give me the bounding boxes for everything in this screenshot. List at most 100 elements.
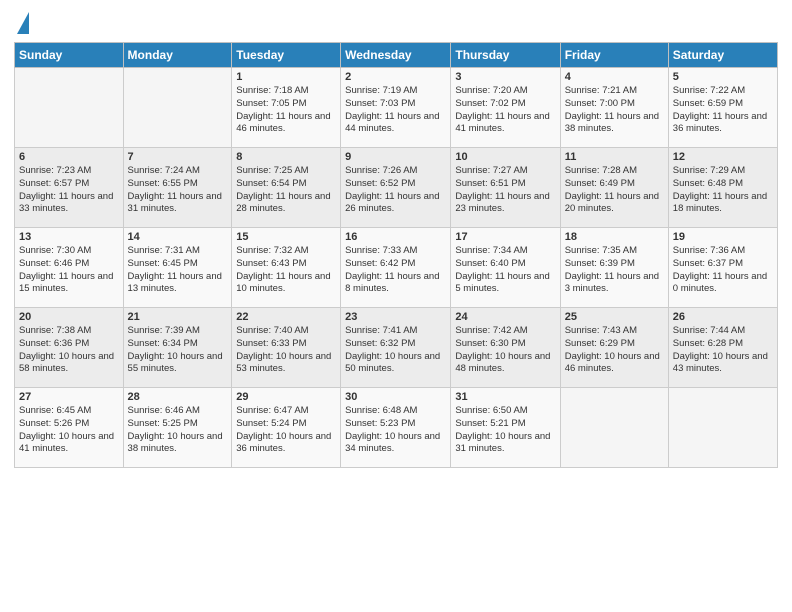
day-info: Sunset: 6:42 PM [345,258,446,271]
calendar-cell: 7Sunrise: 7:24 AMSunset: 6:55 PMDaylight… [123,148,232,228]
day-info: Daylight: 10 hours and 50 minutes. [345,351,446,377]
calendar-cell: 28 Sunrise: 6:46 AMSunset: 5:25 PMDayligh… [123,388,232,468]
day-info: Sunrise: 6:46 AM [128,405,228,418]
day-info: Daylight: 11 hours and 20 minutes. [565,191,664,217]
day-info: Sunrise: 7:23 AM [19,165,119,178]
day-info: Sunrise: 7:30 AM [19,245,119,258]
day-number: 3 [455,71,555,83]
day-info: Sunrise: 7:21 AM [565,85,664,98]
day-info: Daylight: 11 hours and 3 minutes. [565,271,664,297]
calendar-cell: 9Sunrise: 7:26 AMSunset: 6:52 PMDaylight… [341,148,451,228]
calendar-cell: 19Sunrise: 7:36 AMSunset: 6:37 PMDayligh… [668,228,777,308]
logo-triangle-icon [17,12,29,34]
day-number: 30 [345,391,446,403]
day-info: Sunset: 6:59 PM [673,98,773,111]
day-number: 8 [236,151,336,163]
day-info: Daylight: 11 hours and 36 minutes. [673,111,773,137]
day-header-sunday: Sunday [15,43,124,68]
day-info: Sunset: 6:48 PM [673,178,773,191]
day-info: Sunrise: 6:50 AM [455,405,555,418]
calendar-cell: 1Sunrise: 7:18 AMSunset: 7:05 PMDaylight… [232,68,341,148]
day-number: 9 [345,151,446,163]
day-info: Daylight: 11 hours and 5 minutes. [455,271,555,297]
day-info: Sunrise: 7:41 AM [345,325,446,338]
day-info: Daylight: 10 hours and 46 minutes. [565,351,664,377]
day-info: Sunrise: 7:20 AM [455,85,555,98]
day-info: Daylight: 10 hours and 34 minutes. [345,431,446,457]
day-info: Sunset: 6:36 PM [19,338,119,351]
day-info: Sunrise: 7:31 AM [128,245,228,258]
calendar-header-row: SundayMondayTuesdayWednesdayThursdayFrid… [15,43,778,68]
day-info: Sunset: 6:28 PM [673,338,773,351]
day-info: Sunset: 6:29 PM [565,338,664,351]
calendar-week-row: 6Sunrise: 7:23 AMSunset: 6:57 PMDaylight… [15,148,778,228]
day-number: 15 [236,231,336,243]
day-number: 20 [19,311,119,323]
day-info: Sunrise: 7:42 AM [455,325,555,338]
day-info: Daylight: 11 hours and 41 minutes. [455,111,555,137]
day-info: Daylight: 10 hours and 41 minutes. [19,431,119,457]
calendar-cell: 15Sunrise: 7:32 AMSunset: 6:43 PMDayligh… [232,228,341,308]
calendar-cell: 4Sunrise: 7:21 AMSunset: 7:00 PMDaylight… [560,68,668,148]
day-number: 17 [455,231,555,243]
calendar-cell: 23Sunrise: 7:41 AMSunset: 6:32 PMDayligh… [341,308,451,388]
day-info: Daylight: 10 hours and 53 minutes. [236,351,336,377]
calendar-cell [560,388,668,468]
calendar-cell: 24Sunrise: 7:42 AMSunset: 6:30 PMDayligh… [451,308,560,388]
day-info: Sunrise: 7:38 AM [19,325,119,338]
day-info: Daylight: 11 hours and 31 minutes. [128,191,228,217]
calendar-cell: 25 Sunrise: 7:43 AMSunset: 6:29 PMDayligh… [560,308,668,388]
calendar-cell: 10Sunrise: 7:27 AMSunset: 6:51 PMDayligh… [451,148,560,228]
day-info: Sunrise: 7:36 AM [673,245,773,258]
day-info: Sunrise: 7:22 AM [673,85,773,98]
day-info: Sunset: 6:39 PM [565,258,664,271]
day-number: 22 [236,311,336,323]
day-info: Daylight: 11 hours and 18 minutes. [673,191,773,217]
day-info: Sunrise: 7:34 AM [455,245,555,258]
day-number: 23 [345,311,446,323]
day-number: 28 [128,391,228,403]
day-info: Sunset: 5:23 PM [345,418,446,431]
calendar-cell [15,68,124,148]
day-info: Daylight: 10 hours and 48 minutes. [455,351,555,377]
day-info: Sunset: 6:54 PM [236,178,336,191]
day-number: 7 [128,151,228,163]
day-info: Sunset: 6:30 PM [455,338,555,351]
day-info: Sunrise: 7:25 AM [236,165,336,178]
day-number: 2 [345,71,446,83]
logo [14,10,29,34]
day-info: Sunset: 5:24 PM [236,418,336,431]
day-info: Sunset: 6:49 PM [565,178,664,191]
day-number: 25 [565,311,664,323]
day-info: Sunset: 7:03 PM [345,98,446,111]
day-number: 29 [236,391,336,403]
calendar-cell: 16Sunrise: 7:33 AMSunset: 6:42 PMDayligh… [341,228,451,308]
day-info: Daylight: 11 hours and 38 minutes. [565,111,664,137]
day-info: Sunrise: 7:43 AM [565,325,664,338]
day-info: Sunrise: 6:47 AM [236,405,336,418]
calendar-cell: 29Sunrise: 6:47 AMSunset: 5:24 PMDayligh… [232,388,341,468]
day-number: 16 [345,231,446,243]
calendar-cell: 11Sunrise: 7:28 AMSunset: 6:49 PMDayligh… [560,148,668,228]
day-info: Daylight: 11 hours and 26 minutes. [345,191,446,217]
calendar-cell: 20Sunrise: 7:38 AMSunset: 6:36 PMDayligh… [15,308,124,388]
day-info: Daylight: 11 hours and 10 minutes. [236,271,336,297]
day-number: 6 [19,151,119,163]
calendar-cell: 5Sunrise: 7:22 AMSunset: 6:59 PMDaylight… [668,68,777,148]
day-info: Daylight: 10 hours and 38 minutes. [128,431,228,457]
day-info: Sunrise: 7:24 AM [128,165,228,178]
day-info: Sunrise: 7:33 AM [345,245,446,258]
day-info: Sunrise: 7:27 AM [455,165,555,178]
day-info: Sunset: 6:46 PM [19,258,119,271]
day-info: Sunset: 5:25 PM [128,418,228,431]
day-info: Sunset: 6:52 PM [345,178,446,191]
day-info: Sunset: 7:05 PM [236,98,336,111]
day-info: Daylight: 11 hours and 33 minutes. [19,191,119,217]
day-info: Sunset: 6:57 PM [19,178,119,191]
day-number: 19 [673,231,773,243]
day-header-thursday: Thursday [451,43,560,68]
day-info: Daylight: 10 hours and 31 minutes. [455,431,555,457]
day-info: Sunrise: 7:40 AM [236,325,336,338]
day-info: Sunrise: 7:35 AM [565,245,664,258]
calendar-week-row: 27Sunrise: 6:45 AMSunset: 5:26 PMDayligh… [15,388,778,468]
